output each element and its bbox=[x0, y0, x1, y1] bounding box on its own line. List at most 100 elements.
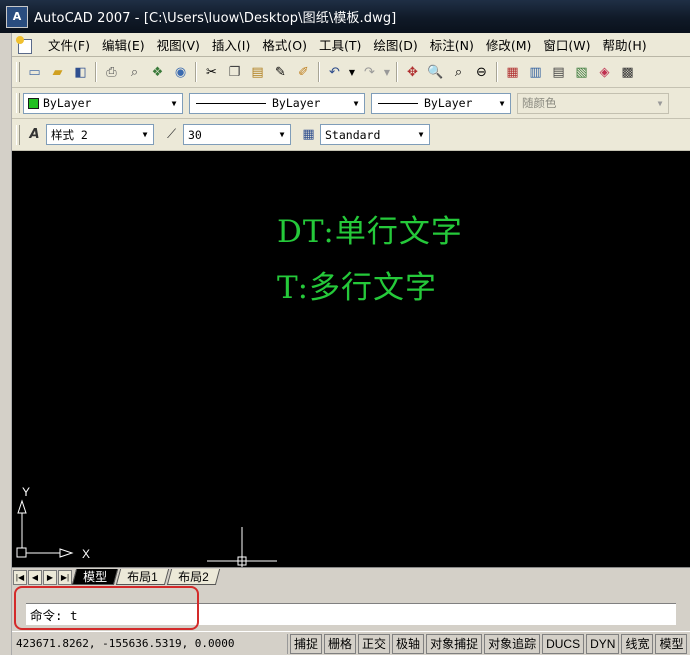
status-osnap-button[interactable]: 对象捕捉 bbox=[426, 633, 483, 654]
save-icon[interactable]: ◧ bbox=[70, 62, 91, 83]
next-tab-icon[interactable]: ▶ bbox=[43, 569, 57, 585]
lineweight-line-preview bbox=[378, 102, 418, 104]
chevron-down-icon[interactable]: ▼ bbox=[494, 94, 510, 113]
menu-window[interactable]: 窗口(W) bbox=[537, 35, 596, 54]
ucs-y-label: Y bbox=[22, 485, 30, 499]
lineweight-control-dropdown[interactable]: ByLayer ▼ bbox=[371, 92, 511, 114]
chevron-down-icon[interactable]: ▼ bbox=[348, 94, 364, 113]
tab-model[interactable]: 模型 bbox=[71, 569, 119, 585]
ucs-icon bbox=[16, 499, 74, 558]
plot-icon[interactable]: ⎙ bbox=[101, 62, 122, 83]
lineweight-value: ByLayer bbox=[424, 96, 473, 110]
command-window: 命令: t bbox=[12, 586, 690, 630]
undo-dropdown-icon[interactable]: ▼ bbox=[347, 62, 357, 83]
canvas-overlay: Y X bbox=[16, 485, 277, 567]
coordinates-readout[interactable]: 423671.8262, -155636.5319, 0.0000 bbox=[12, 633, 288, 654]
chevron-down-icon[interactable]: ▼ bbox=[137, 125, 153, 144]
markup-icon[interactable]: ◈ bbox=[594, 62, 615, 83]
properties-toolbar: ByLayer ▼ ByLayer ▼ ByLayer ▼ 随颜色 ▼ bbox=[12, 88, 690, 119]
document-menu-icon[interactable] bbox=[16, 35, 34, 54]
linetype-line-preview bbox=[196, 102, 266, 104]
linetype-sample: ByLayer bbox=[190, 96, 348, 110]
tab-model-label: 模型 bbox=[83, 570, 108, 584]
redo-dropdown-icon[interactable]: ▼ bbox=[382, 62, 392, 83]
cut-icon[interactable]: ✂ bbox=[201, 62, 222, 83]
undo-icon[interactable]: ↶ bbox=[324, 62, 345, 83]
toolbar-separator bbox=[95, 62, 97, 82]
first-tab-icon[interactable]: |◀ bbox=[13, 569, 27, 585]
dimension-style-value: 30 bbox=[188, 127, 202, 142]
new-file-icon[interactable]: ▭ bbox=[24, 62, 45, 83]
prev-tab-icon[interactable]: ◀ bbox=[28, 569, 42, 585]
status-ducs-button[interactable]: DUCS bbox=[542, 633, 585, 654]
properties-icon[interactable]: ▦ bbox=[502, 62, 523, 83]
text-style-dropdown[interactable]: 样式 2 ▼ bbox=[46, 124, 154, 145]
autocad-app-icon[interactable]: A bbox=[6, 5, 28, 28]
calculator-icon[interactable]: ▩ bbox=[617, 62, 638, 83]
design-center-icon[interactable]: ▥ bbox=[525, 62, 546, 83]
status-polar-button[interactable]: 极轴 bbox=[392, 633, 425, 654]
menu-bar: 文件(F) 编辑(E) 视图(V) 插入(I) 格式(O) 工具(T) 绘图(D… bbox=[12, 33, 690, 57]
zoom-realtime-icon[interactable]: 🔍 bbox=[425, 62, 446, 83]
menu-tools[interactable]: 工具(T) bbox=[313, 35, 367, 54]
color-control-dropdown[interactable]: ByLayer ▼ bbox=[23, 92, 183, 114]
text-style-icon[interactable]: A bbox=[24, 124, 45, 145]
redo-icon[interactable]: ↷ bbox=[359, 62, 380, 83]
tool-palettes-icon[interactable]: ▤ bbox=[548, 62, 569, 83]
sheet-set-icon[interactable]: ▧ bbox=[571, 62, 592, 83]
drawing-canvas[interactable]: DT:单行文字 T:多行文字 Y X bbox=[12, 151, 690, 567]
layout-tabs-bar: |◀ ◀ ▶ ▶| 模型 布局1 布局2 bbox=[12, 567, 690, 586]
menu-insert[interactable]: 插入(I) bbox=[206, 35, 256, 54]
standard-toolbar: ▭ ▰ ◧ ⎙ ⌕ ❖ ◉ ✂ ❐ ▤ ✎ ✐ ↶ ▼ ↷ ▼ ✥ 🔍 ⌕ ⊖ … bbox=[12, 57, 690, 88]
chevron-down-icon[interactable]: ▼ bbox=[413, 125, 429, 144]
menu-dimension[interactable]: 标注(N) bbox=[424, 35, 480, 54]
menu-file[interactable]: 文件(F) bbox=[42, 35, 96, 54]
dimension-style-dropdown[interactable]: 30 ▼ bbox=[183, 124, 291, 145]
dimension-style-icon[interactable]: ⟋ bbox=[161, 124, 182, 145]
table-style-dropdown[interactable]: Standard ▼ bbox=[320, 124, 430, 145]
tab-layout1-label: 布局1 bbox=[127, 570, 158, 584]
ucs-x-label: X bbox=[82, 547, 90, 561]
3d-dwf-icon[interactable]: ◉ bbox=[170, 62, 191, 83]
zoom-previous-icon[interactable]: ⊖ bbox=[471, 62, 492, 83]
linetype-control-dropdown[interactable]: ByLayer ▼ bbox=[189, 92, 365, 114]
block-editor-icon[interactable]: ✐ bbox=[293, 62, 314, 83]
plot-preview-icon[interactable]: ⌕ bbox=[124, 62, 145, 83]
chevron-down-icon[interactable]: ▼ bbox=[166, 94, 182, 113]
status-lineweight-button[interactable]: 线宽 bbox=[621, 633, 654, 654]
status-snap-button[interactable]: 捕捉 bbox=[290, 633, 323, 654]
menu-edit[interactable]: 编辑(E) bbox=[96, 35, 151, 54]
toolbar-grip[interactable] bbox=[16, 124, 20, 145]
zoom-window-icon[interactable]: ⌕ bbox=[448, 62, 469, 83]
last-tab-icon[interactable]: ▶| bbox=[58, 569, 72, 585]
color-swatch bbox=[28, 97, 39, 109]
pan-icon[interactable]: ✥ bbox=[402, 62, 423, 83]
match-properties-icon[interactable]: ✎ bbox=[270, 62, 291, 83]
menu-draw[interactable]: 绘图(D) bbox=[367, 35, 423, 54]
toolbar-separator bbox=[496, 62, 498, 82]
linetype-value: ByLayer bbox=[272, 96, 321, 110]
toolbar-grip[interactable] bbox=[16, 62, 20, 82]
status-model-button[interactable]: 模型 bbox=[655, 633, 688, 654]
status-dyn-button[interactable]: DYN bbox=[586, 633, 620, 654]
menu-help[interactable]: 帮助(H) bbox=[597, 35, 653, 54]
menu-view[interactable]: 视图(V) bbox=[151, 35, 206, 54]
toolbar-grip[interactable] bbox=[16, 93, 20, 113]
paste-icon[interactable]: ▤ bbox=[247, 62, 268, 83]
tab-layout1[interactable]: 布局1 bbox=[115, 569, 169, 585]
table-style-icon[interactable]: ▦ bbox=[298, 124, 319, 145]
status-grid-button[interactable]: 栅格 bbox=[324, 633, 357, 654]
copy-icon[interactable]: ❐ bbox=[224, 62, 245, 83]
chevron-down-icon[interactable]: ▼ bbox=[274, 125, 290, 144]
toolbar-separator bbox=[318, 62, 320, 82]
menu-format[interactable]: 格式(O) bbox=[256, 35, 313, 54]
crosshair-cursor bbox=[207, 527, 277, 567]
tab-layout2[interactable]: 布局2 bbox=[166, 569, 220, 585]
open-file-icon[interactable]: ▰ bbox=[47, 62, 68, 83]
publish-icon[interactable]: ❖ bbox=[147, 62, 168, 83]
menu-modify[interactable]: 修改(M) bbox=[480, 35, 538, 54]
status-otrack-button[interactable]: 对象追踪 bbox=[484, 633, 541, 654]
status-ortho-button[interactable]: 正交 bbox=[358, 633, 391, 654]
text-style-value: 样式 2 bbox=[51, 127, 88, 142]
status-bar: 423671.8262, -155636.5319, 0.0000 捕捉 栅格 … bbox=[12, 631, 690, 655]
